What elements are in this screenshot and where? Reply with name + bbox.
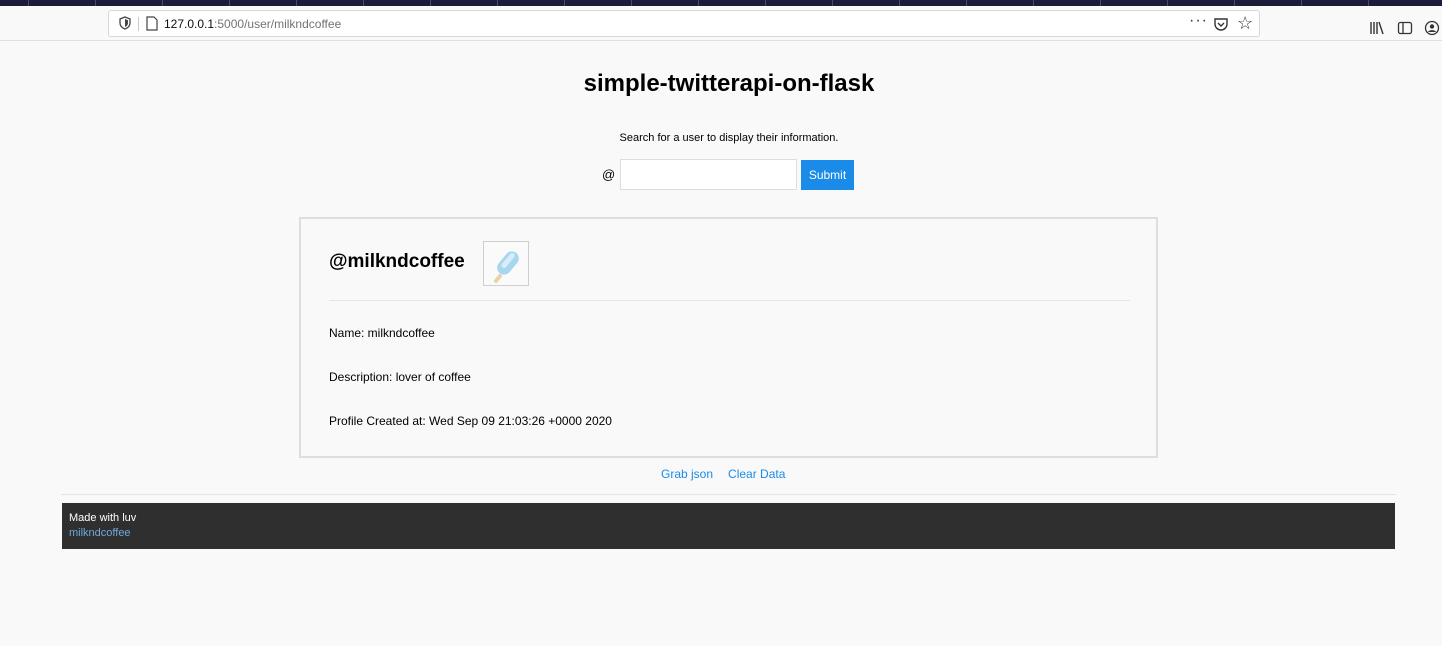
pocket-icon[interactable] — [1213, 16, 1229, 32]
avatar — [483, 241, 529, 286]
shield-icon[interactable] — [118, 16, 132, 30]
footer-author-link[interactable]: milkndcoffee — [69, 527, 131, 539]
profile-name: Name: milkndcoffee — [329, 326, 435, 340]
clear-data-link[interactable]: Clear Data — [728, 467, 785, 481]
sidebar-icon[interactable] — [1397, 20, 1413, 36]
footer-made-with: Made with luv — [69, 512, 137, 524]
account-icon[interactable] — [1424, 20, 1440, 36]
urlbar-divider — [138, 17, 139, 31]
page-title: simple-twitterapi-on-flask — [583, 70, 875, 97]
url-host: 127.0.0.1 — [164, 17, 215, 31]
footer-divider — [61, 494, 1396, 495]
card-divider — [329, 300, 1130, 301]
popsicle-icon — [494, 251, 519, 283]
profile-card: @milkndcoffee Name: milkndcoffee Descrip… — [299, 217, 1158, 458]
grab-json-link[interactable]: Grab json — [661, 467, 713, 481]
page-icon[interactable] — [145, 16, 159, 31]
url-text[interactable]: 127.0.0.1:5000/user/milkndcoffee — [164, 17, 341, 31]
submit-button[interactable]: Submit — [801, 160, 854, 190]
profile-created: Profile Created at: Wed Sep 09 21:03:26 … — [329, 414, 612, 428]
profile-description: Description: lover of coffee — [329, 370, 471, 384]
page-subtitle: Search for a user to display their infor… — [619, 132, 839, 144]
username-input[interactable] — [620, 159, 797, 190]
address-bar[interactable]: 127.0.0.1:5000/user/milkndcoffee ··· ☆ — [108, 10, 1260, 37]
library-icon[interactable] — [1369, 20, 1385, 36]
browser-toolbar: 127.0.0.1:5000/user/milkndcoffee ··· ☆ — [0, 6, 1442, 41]
bookmark-star-icon[interactable]: ☆ — [1237, 13, 1253, 33]
page-actions-icon[interactable]: ··· — [1189, 12, 1208, 30]
at-prefix: @ — [602, 167, 616, 182]
footer: Made with luv milkndcoffee — [62, 503, 1395, 549]
profile-handle: @milkndcoffee — [329, 251, 465, 272]
url-path: :5000/user/milkndcoffee — [214, 17, 342, 31]
action-links: Grab json Clear Data — [661, 467, 800, 481]
